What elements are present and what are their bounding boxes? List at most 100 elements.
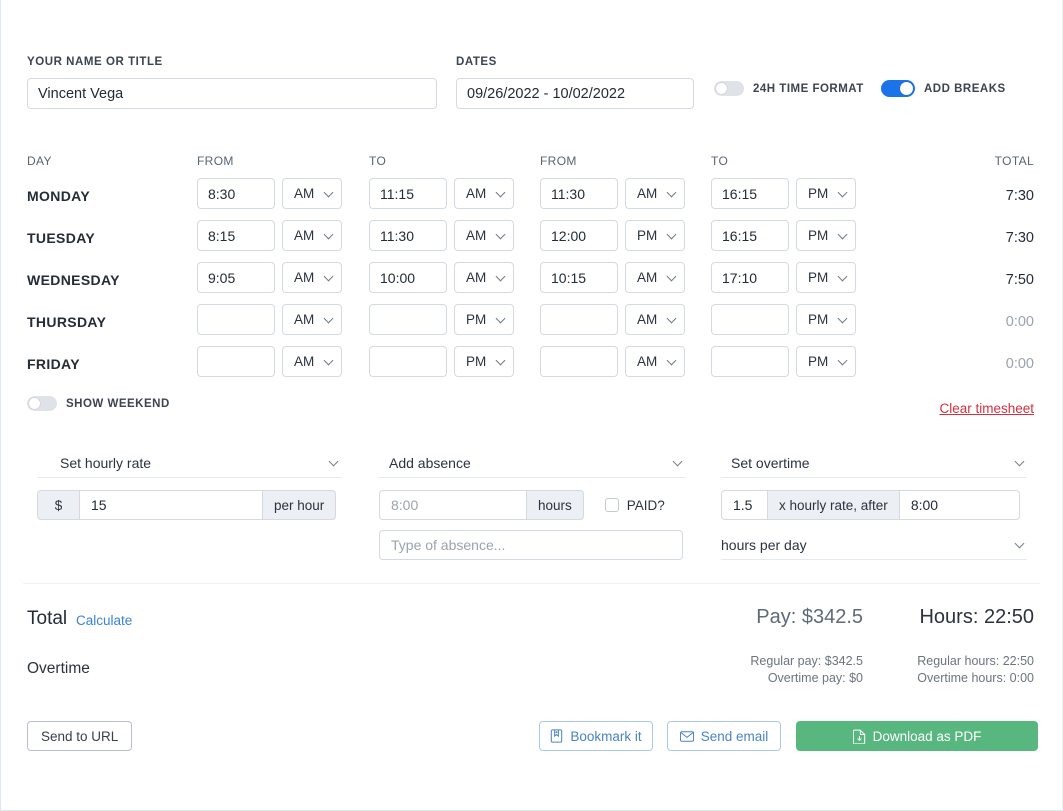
time-cell: AM bbox=[540, 346, 685, 377]
time-input-from1[interactable] bbox=[197, 304, 275, 335]
hourly-rate-input[interactable]: 15 bbox=[80, 490, 263, 520]
total-pay-value: Pay: $342.5 bbox=[756, 606, 863, 629]
chevron-down-icon bbox=[1015, 539, 1025, 549]
time-cell: PM bbox=[540, 220, 685, 251]
toggle-24h-switch[interactable] bbox=[714, 81, 744, 96]
ampm-select[interactable]: AM bbox=[282, 178, 342, 209]
absence-select[interactable]: Add absence bbox=[379, 448, 685, 478]
time-input-from1[interactable] bbox=[197, 178, 275, 209]
column-header-from2: FROM bbox=[540, 154, 577, 168]
name-input[interactable] bbox=[27, 78, 437, 109]
time-input-to1[interactable] bbox=[369, 178, 447, 209]
chevron-down-icon bbox=[496, 271, 506, 281]
ampm-select[interactable]: AM bbox=[625, 346, 685, 377]
absence-hours-input[interactable]: 8:00 bbox=[379, 490, 527, 520]
regular-pay-value: Regular pay: $342.5 bbox=[750, 653, 863, 670]
time-input-from2[interactable] bbox=[540, 178, 618, 209]
dates-input[interactable] bbox=[456, 78, 694, 109]
time-input-to1[interactable] bbox=[369, 262, 447, 293]
paid-checkbox-wrapper[interactable]: PAID? bbox=[605, 490, 665, 520]
ampm-select[interactable]: AM bbox=[454, 178, 514, 209]
time-input-from1[interactable] bbox=[197, 346, 275, 377]
ampm-value: PM bbox=[808, 312, 828, 327]
time-cell: PM bbox=[711, 262, 856, 293]
chevron-down-icon bbox=[667, 187, 677, 197]
ampm-select[interactable]: PM bbox=[796, 304, 856, 335]
hourly-rate-select[interactable]: Set hourly rate bbox=[37, 448, 341, 478]
time-input-from2[interactable] bbox=[540, 220, 618, 251]
ampm-select[interactable]: AM bbox=[282, 220, 342, 251]
overtime-select[interactable]: Set overtime bbox=[721, 448, 1027, 478]
bookmark-button[interactable]: Bookmark it bbox=[539, 721, 653, 751]
dates-field-label: DATES bbox=[456, 56, 497, 68]
table-row: MONDAYAMAMAMPM7:30 bbox=[1, 178, 1062, 220]
time-cell: AM bbox=[197, 178, 342, 209]
ampm-select[interactable]: AM bbox=[454, 262, 514, 293]
time-input-to1[interactable] bbox=[369, 220, 447, 251]
ampm-select[interactable]: AM bbox=[625, 178, 685, 209]
overtime-multiplier-input[interactable]: 1.5 bbox=[721, 490, 768, 520]
ampm-select[interactable]: AM bbox=[282, 262, 342, 293]
ampm-select[interactable]: PM bbox=[454, 304, 514, 335]
calculate-link[interactable]: Calculate bbox=[76, 613, 132, 628]
paid-checkbox[interactable] bbox=[605, 498, 619, 512]
ampm-select[interactable]: PM bbox=[454, 346, 514, 377]
time-input-from2[interactable] bbox=[540, 262, 618, 293]
time-input-to2[interactable] bbox=[711, 220, 789, 251]
time-input-from1[interactable] bbox=[197, 262, 275, 293]
toggle-add-breaks-switch[interactable] bbox=[881, 80, 915, 97]
time-input-to1[interactable] bbox=[369, 304, 447, 335]
day-label-friday: FRIDAY bbox=[27, 356, 80, 372]
overtime-period-select[interactable]: hours per day bbox=[721, 531, 1027, 560]
time-input-from1[interactable] bbox=[197, 220, 275, 251]
ampm-value: AM bbox=[294, 312, 314, 327]
toggle-show-weekend-switch[interactable] bbox=[27, 396, 57, 411]
ampm-select[interactable]: PM bbox=[796, 346, 856, 377]
download-pdf-button[interactable]: Download as PDF bbox=[796, 721, 1038, 751]
timesheet-page: YOUR NAME OR TITLE DATES 24H TIME FORMAT… bbox=[0, 0, 1063, 811]
total-hours-value: Hours: 22:50 bbox=[919, 606, 1034, 629]
time-input-to2[interactable] bbox=[711, 304, 789, 335]
ampm-select[interactable]: AM bbox=[625, 304, 685, 335]
ampm-select[interactable]: PM bbox=[796, 220, 856, 251]
time-input-to2[interactable] bbox=[711, 346, 789, 377]
time-cell: AM bbox=[540, 178, 685, 209]
row-total: 0:00 bbox=[1006, 314, 1034, 330]
time-input-to2[interactable] bbox=[711, 178, 789, 209]
ampm-select[interactable]: PM bbox=[796, 178, 856, 209]
toggle-show-weekend-label: SHOW WEEKEND bbox=[66, 398, 170, 410]
chevron-down-icon bbox=[838, 187, 848, 197]
chevron-down-icon bbox=[667, 355, 677, 365]
ampm-select[interactable]: AM bbox=[454, 220, 514, 251]
chevron-down-icon bbox=[324, 313, 334, 323]
chevron-down-icon bbox=[324, 355, 334, 365]
toggle-show-weekend[interactable]: SHOW WEEKEND bbox=[27, 396, 170, 411]
ampm-select[interactable]: AM bbox=[625, 262, 685, 293]
time-input-to2[interactable] bbox=[711, 262, 789, 293]
overtime-after-input[interactable]: 8:00 bbox=[900, 490, 1020, 520]
time-input-from2[interactable] bbox=[540, 304, 618, 335]
toggle-24h-time-format[interactable]: 24H TIME FORMAT bbox=[714, 81, 864, 96]
time-input-from2[interactable] bbox=[540, 346, 618, 377]
table-row: WEDNESDAYAMAMAMPM7:50 bbox=[1, 262, 1062, 304]
chevron-down-icon bbox=[838, 313, 848, 323]
ampm-value: AM bbox=[637, 186, 657, 201]
ampm-select[interactable]: AM bbox=[282, 346, 342, 377]
time-cell: AM bbox=[369, 220, 514, 251]
clear-timesheet-link[interactable]: Clear timesheet bbox=[939, 401, 1034, 416]
absence-type-input[interactable] bbox=[379, 530, 683, 560]
envelope-icon bbox=[680, 731, 694, 742]
ampm-select[interactable]: PM bbox=[796, 262, 856, 293]
chevron-down-icon bbox=[329, 456, 339, 466]
time-input-to1[interactable] bbox=[369, 346, 447, 377]
send-email-button[interactable]: Send email bbox=[667, 721, 781, 751]
send-to-url-button[interactable]: Send to URL bbox=[27, 721, 132, 751]
row-total: 0:00 bbox=[1006, 356, 1034, 372]
chevron-down-icon bbox=[667, 229, 677, 239]
time-cell: PM bbox=[369, 346, 514, 377]
toggle-add-breaks[interactable]: ADD BREAKS bbox=[881, 80, 1006, 97]
ampm-select[interactable]: AM bbox=[282, 304, 342, 335]
overtime-label: Overtime bbox=[27, 660, 90, 678]
chevron-down-icon bbox=[324, 229, 334, 239]
ampm-select[interactable]: PM bbox=[625, 220, 685, 251]
